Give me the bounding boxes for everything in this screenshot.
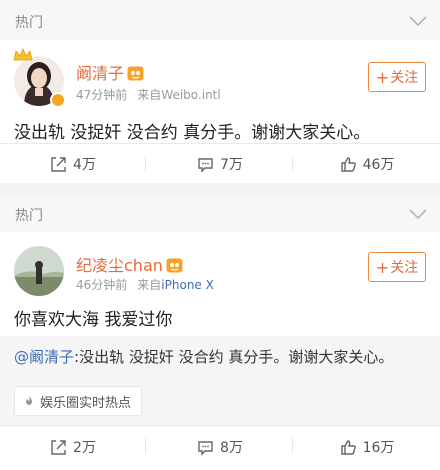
section-label: 热门	[15, 208, 43, 224]
repost-button[interactable]: 2万	[0, 426, 146, 468]
post-gap	[0, 183, 440, 195]
source-prefix: 来自	[137, 88, 162, 102]
repost-icon	[51, 439, 66, 455]
author-name-text[interactable]: 纪凌尘chan	[76, 256, 163, 275]
crown-icon	[13, 48, 33, 61]
quoted-text[interactable]: @阚清子:没出轨 没捉奸 没合约 真分手。谢谢大家关心。	[14, 346, 393, 367]
follow-button[interactable]: + 关注	[368, 252, 426, 282]
post-time: 46分钟前	[76, 278, 128, 292]
verified-badge-icon	[50, 92, 66, 108]
comment-button[interactable]: 8万	[147, 426, 293, 468]
comment-icon	[198, 440, 213, 456]
post-card: 纪凌尘chan 46分钟前 来自iPhone X + 关注 你喜欢大海 我爱过你	[0, 232, 440, 336]
divider	[292, 438, 293, 454]
quoted-post[interactable]: @阚清子:没出轨 没捉奸 没合约 真分手。谢谢大家关心。 娱乐圈实时热点	[0, 336, 440, 430]
comment-count: 8万	[220, 440, 243, 456]
repost-button[interactable]: 4万	[0, 144, 146, 184]
post-time: 47分钟前	[76, 88, 128, 102]
comment-icon	[198, 157, 213, 173]
like-count: 46万	[362, 157, 395, 173]
follow-button[interactable]: + 关注	[368, 62, 426, 92]
repost-count: 2万	[73, 440, 96, 456]
divider	[292, 156, 293, 172]
follow-plus: +	[375, 67, 390, 87]
chevron-down-icon[interactable]	[408, 207, 428, 221]
topic-tag[interactable]: 娱乐圈实时热点	[14, 386, 143, 416]
follow-plus: +	[375, 257, 390, 277]
source-name[interactable]: iPhone X	[161, 278, 214, 292]
section-header-hot-2: 热门	[0, 195, 440, 232]
source-name: Weibo.intl	[161, 88, 221, 102]
like-button[interactable]: 46万	[294, 144, 440, 184]
source-prefix: 来自	[137, 278, 162, 292]
topic-tag-label: 娱乐圈实时热点	[40, 395, 132, 411]
divider	[145, 156, 146, 172]
quoted-content: :没出轨 没捉奸 没合约 真分手。谢谢大家关心。	[74, 348, 394, 366]
follow-label: 关注	[390, 70, 419, 86]
divider	[145, 438, 146, 454]
post-content[interactable]: 没出轨 没捉奸 没合约 真分手。谢谢大家关心。	[14, 118, 426, 143]
section-header-hot-1: 热门	[0, 0, 440, 40]
section-label: 热门	[15, 15, 43, 31]
repost-count: 4万	[73, 157, 96, 173]
author-name-text[interactable]: 阚清子	[76, 64, 124, 83]
follow-label: 关注	[390, 260, 419, 276]
avatar[interactable]	[14, 246, 64, 296]
like-icon	[340, 439, 356, 455]
post-content[interactable]: 你喜欢大海 我爱过你	[14, 305, 426, 330]
quoted-author[interactable]: @阚清子	[14, 348, 74, 366]
vip-icon	[166, 258, 183, 273]
author-name[interactable]: 纪凌尘chan	[76, 252, 183, 276]
fire-icon	[26, 396, 32, 405]
like-icon	[340, 156, 356, 172]
comment-count: 7万	[220, 157, 243, 173]
repost-icon	[51, 156, 66, 172]
vip-icon	[127, 66, 144, 81]
like-button[interactable]: 16万	[294, 426, 440, 468]
like-count: 16万	[362, 440, 395, 456]
comment-button[interactable]: 7万	[147, 144, 293, 184]
author-name[interactable]: 阚清子	[76, 60, 144, 84]
action-bar: 2万 8万 16万	[0, 425, 440, 470]
chevron-down-icon[interactable]	[408, 14, 428, 28]
action-bar: 4万 7万 46万	[0, 143, 440, 183]
post-meta: 47分钟前 来自Weibo.intl	[76, 86, 221, 103]
post-meta: 46分钟前 来自iPhone X	[76, 276, 214, 293]
